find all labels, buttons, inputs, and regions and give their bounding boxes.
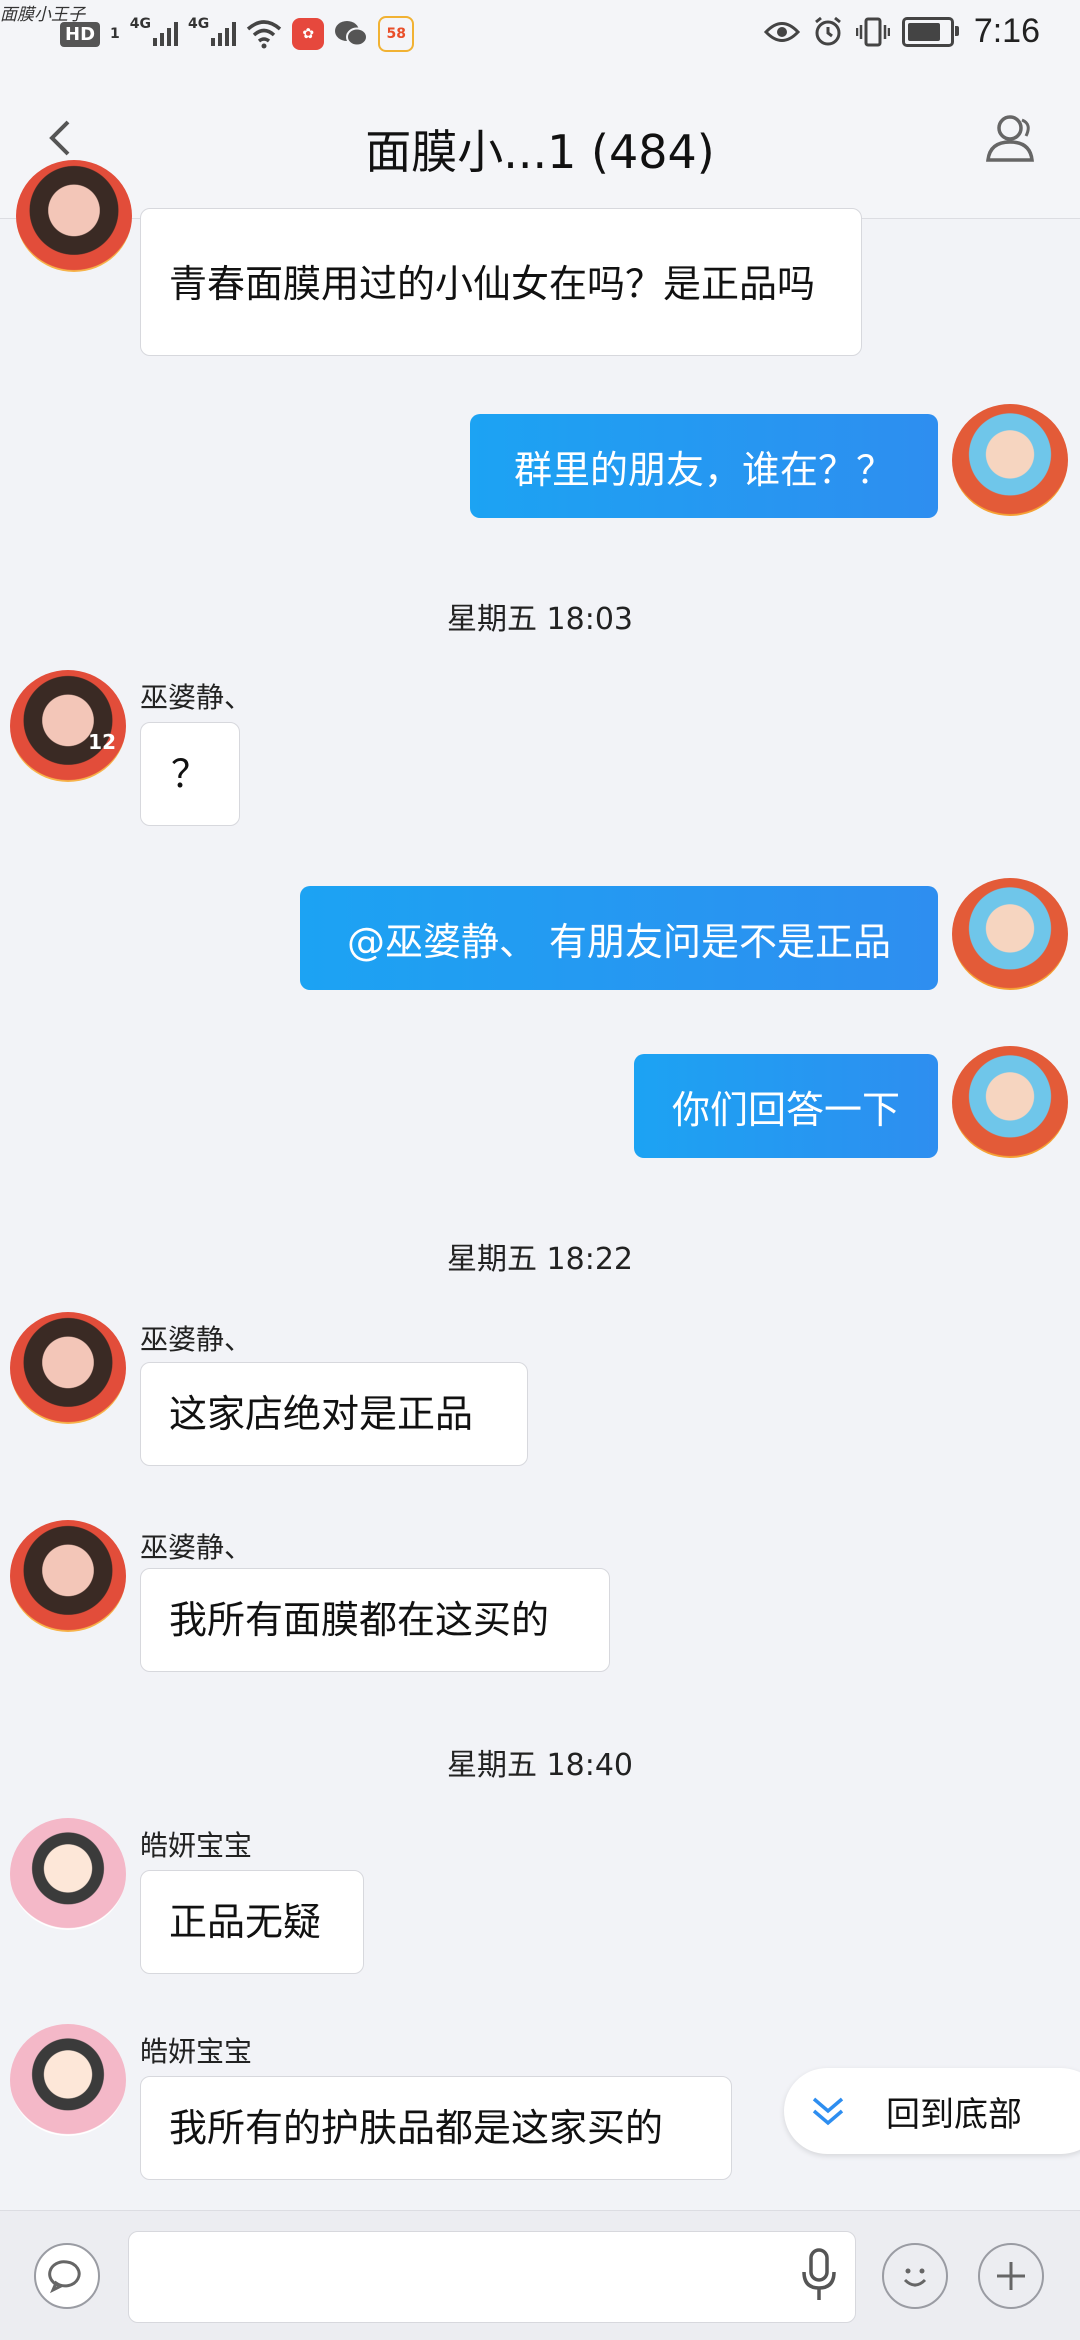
double-chevron-down-icon: [812, 2097, 844, 2126]
my-avatar[interactable]: [952, 1046, 1068, 1158]
battery-icon: [901, 16, 959, 47]
sim-slot-label: 1: [110, 26, 120, 42]
timestamp-divider: 星期五 18:03: [447, 602, 633, 637]
network-type-2: 4G: [188, 16, 210, 32]
smile-icon: [903, 2268, 927, 2287]
group-profile-icon[interactable]: [984, 110, 1040, 166]
wechat-icon: [335, 21, 369, 47]
avatar[interactable]: [10, 1818, 126, 1930]
avatar[interactable]: [10, 1520, 126, 1632]
voice-switch-button[interactable]: [34, 2243, 100, 2309]
sender-name: 巫婆静、: [140, 681, 253, 714]
alarm-icon: [814, 16, 841, 45]
message-bubble-out[interactable]: 群里的朋友，谁在？？: [470, 414, 938, 518]
input-bar: [0, 2210, 1080, 2340]
message-bubble-in[interactable]: ？: [140, 722, 240, 826]
more-button[interactable]: [978, 2243, 1044, 2309]
sender-name: 巫婆静、: [140, 1323, 253, 1356]
message-bubble-in[interactable]: 我所有的护肤品都是这家买的: [140, 2076, 732, 2180]
signal-2-icon: 4G: [188, 16, 237, 46]
status-bar: 面膜小王子 HD 1 4G 4G ✿ 58 7:16: [0, 0, 1080, 66]
my-avatar[interactable]: [952, 404, 1068, 516]
timestamp-divider: 星期五 18:40: [447, 1748, 633, 1783]
avatar[interactable]: 12: [10, 670, 126, 782]
sender-name: 皓妍宝宝: [140, 2035, 253, 2068]
timestamp-divider: 星期五 18:22: [447, 1242, 633, 1277]
message-bubble-in[interactable]: 正品无疑: [140, 1870, 364, 1974]
return-to-bottom-button[interactable]: 回到底部: [784, 2068, 1080, 2154]
signal-1-icon: 4G: [130, 16, 178, 46]
level-badge: 12: [88, 730, 116, 754]
message-input[interactable]: [128, 2231, 856, 2323]
message-bubble-in[interactable]: 这家店绝对是正品: [140, 1362, 528, 1466]
status-left: HD 1 4G 4G ✿ 58: [60, 16, 415, 52]
vibrate-icon: [855, 17, 890, 46]
avatar[interactable]: [16, 160, 132, 272]
hd-icon: HD: [60, 21, 101, 47]
chat-header: 面膜小...1 (484): [0, 66, 1080, 219]
avatar[interactable]: [10, 1312, 126, 1424]
message-bubble-out[interactable]: 你们回答一下: [634, 1054, 938, 1158]
chat-title: 面膜小...1 (484): [365, 125, 715, 179]
sender-name: 巫婆静、: [140, 1531, 253, 1564]
chat-screen: 面膜小王子 HD 1 4G 4G ✿ 58 7:16 面膜小...1 (484)…: [0, 0, 1080, 2340]
return-to-bottom-label: 回到底部: [886, 2094, 1022, 2135]
emoji-button[interactable]: [882, 2243, 948, 2309]
message-list[interactable]: 青春面膜用过的小仙女在吗？是正品吗 群里的朋友，谁在？？ 星期五 18:03 1…: [0, 160, 1080, 2218]
message-bubble-in[interactable]: 青春面膜用过的小仙女在吗？是正品吗: [140, 208, 862, 356]
wifi-icon: [247, 20, 282, 49]
sender-name: 皓妍宝宝: [140, 1829, 253, 1862]
shopping-app-icon: ✿: [292, 18, 325, 50]
status-right: 7:16: [763, 12, 1040, 51]
microphone-icon[interactable]: [799, 2248, 839, 2304]
eye-comfort-icon: [763, 21, 800, 42]
app-58-icon: 58: [378, 16, 415, 52]
message-bubble-in[interactable]: 我所有面膜都在这买的: [140, 1568, 610, 1672]
network-type-1: 4G: [129, 16, 151, 32]
clock: 7:16: [973, 12, 1040, 50]
message-bubble-out[interactable]: @巫婆静、 有朋友问是不是正品: [300, 886, 938, 990]
plus-icon: [997, 2262, 1025, 2290]
avatar[interactable]: [10, 2024, 126, 2136]
chat-bubble-icon: [48, 2260, 81, 2294]
my-avatar[interactable]: [952, 878, 1068, 990]
